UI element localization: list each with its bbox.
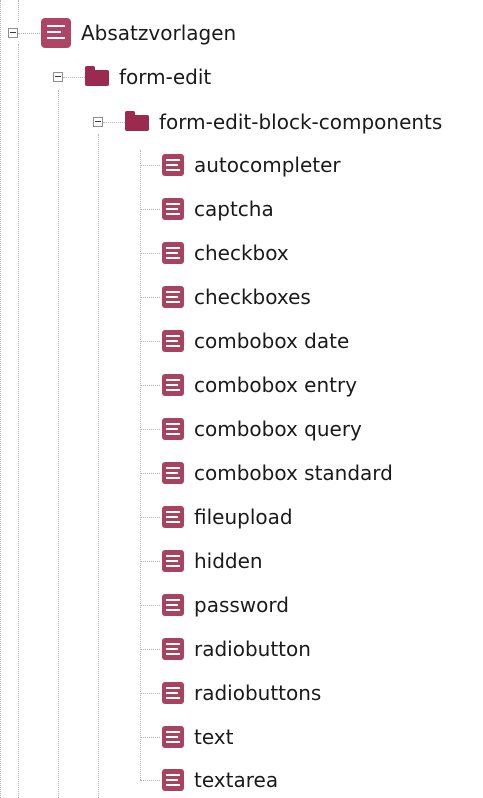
tree-item-label: combobox standard xyxy=(194,461,393,485)
tree-item-label: combobox date xyxy=(194,329,350,353)
collapse-toggle-form-edit-block-components[interactable] xyxy=(93,117,103,127)
tree-guide-line xyxy=(140,150,141,780)
tree-connector xyxy=(140,561,160,562)
tree-item-label: combobox entry xyxy=(194,373,358,397)
tree-item-password[interactable]: password xyxy=(162,590,289,620)
folder-icon xyxy=(125,111,149,131)
document-icon xyxy=(162,374,184,396)
tree-connector xyxy=(140,473,160,474)
tree-connector xyxy=(140,517,160,518)
tree-item-label: textarea xyxy=(194,768,279,792)
tree-item-label: radiobuttons xyxy=(194,681,322,705)
tree-item-hidden[interactable]: hidden xyxy=(162,546,263,576)
collapse-toggle-form-edit[interactable] xyxy=(53,72,63,82)
tree-connector xyxy=(140,297,160,298)
document-icon xyxy=(162,682,184,704)
tree-item-label: checkbox xyxy=(194,241,289,265)
tree-connector xyxy=(63,77,85,78)
tree-node-label: form-edit xyxy=(119,65,212,89)
tree-connector xyxy=(140,649,160,650)
tree-node-absatzvorlagen[interactable]: Absatzvorlagen xyxy=(41,18,236,48)
document-icon xyxy=(162,726,184,748)
tree-item-label: checkboxes xyxy=(194,285,311,309)
collapse-toggle-root[interactable] xyxy=(8,28,18,38)
tree-guide-line xyxy=(18,44,19,798)
tree-item-combobox-date[interactable]: combobox date xyxy=(162,326,349,356)
document-icon xyxy=(162,462,184,484)
tree-item-label: captcha xyxy=(194,197,274,221)
tree-item-checkbox[interactable]: checkbox xyxy=(162,238,289,268)
document-icon xyxy=(162,242,184,264)
document-icon xyxy=(162,550,184,572)
tree-guide-line xyxy=(58,90,59,798)
document-icon xyxy=(162,418,184,440)
tree-item-checkboxes[interactable]: checkboxes xyxy=(162,282,311,312)
tree-guide-line xyxy=(98,134,99,798)
tree-item-autocompleter[interactable]: autocompleter xyxy=(162,150,341,180)
document-icon xyxy=(162,506,184,528)
tree-guide-line xyxy=(18,0,19,22)
tree-item-label: text xyxy=(194,725,234,749)
tree-item-fileupload[interactable]: fileupload xyxy=(162,502,293,532)
tree-item-label: password xyxy=(194,593,289,617)
tree-connector xyxy=(140,209,160,210)
tree-item-radiobuttons[interactable]: radiobuttons xyxy=(162,678,321,708)
document-icon xyxy=(162,330,184,352)
tree-item-combobox-query[interactable]: combobox query xyxy=(162,414,362,444)
tree-connector xyxy=(140,693,160,694)
tree-item-radiobutton[interactable]: radiobutton xyxy=(162,634,311,664)
tree-item-combobox-standard[interactable]: combobox standard xyxy=(162,458,393,488)
document-icon xyxy=(41,18,71,48)
document-icon xyxy=(162,769,184,791)
document-icon xyxy=(162,198,184,220)
tree-connector xyxy=(140,737,160,738)
tree-guide-line xyxy=(0,0,1,798)
tree-connector xyxy=(18,33,40,34)
document-icon xyxy=(162,286,184,308)
tree-connector xyxy=(140,429,160,430)
tree-connector xyxy=(140,341,160,342)
tree-connector xyxy=(103,122,125,123)
tree-connector xyxy=(140,780,160,781)
document-icon xyxy=(162,594,184,616)
tree-connector xyxy=(140,253,160,254)
tree-item-combobox-entry[interactable]: combobox entry xyxy=(162,370,357,400)
tree-connector xyxy=(140,605,160,606)
tree-item-label: radiobutton xyxy=(194,637,311,661)
tree-node-form-edit[interactable]: form-edit xyxy=(85,62,211,92)
tree-item-label: autocompleter xyxy=(194,153,341,177)
document-icon xyxy=(162,154,184,176)
document-icon xyxy=(162,638,184,660)
tree-connector xyxy=(140,385,160,386)
folder-icon xyxy=(85,66,109,86)
tree-node-form-edit-block-components[interactable]: form-edit-block-components xyxy=(125,107,442,137)
tree-item-captcha[interactable]: captcha xyxy=(162,194,274,224)
tree-item-textarea[interactable]: textarea xyxy=(162,765,278,795)
tree-node-label: Absatzvorlagen xyxy=(81,21,237,45)
tree-item-label: fileupload xyxy=(194,505,293,529)
tree-node-label: form-edit-block-components xyxy=(159,110,443,134)
tree-connector xyxy=(140,165,160,166)
tree-item-label: hidden xyxy=(194,549,263,573)
tree-item-label: combobox query xyxy=(194,417,362,441)
tree-item-text[interactable]: text xyxy=(162,722,233,752)
